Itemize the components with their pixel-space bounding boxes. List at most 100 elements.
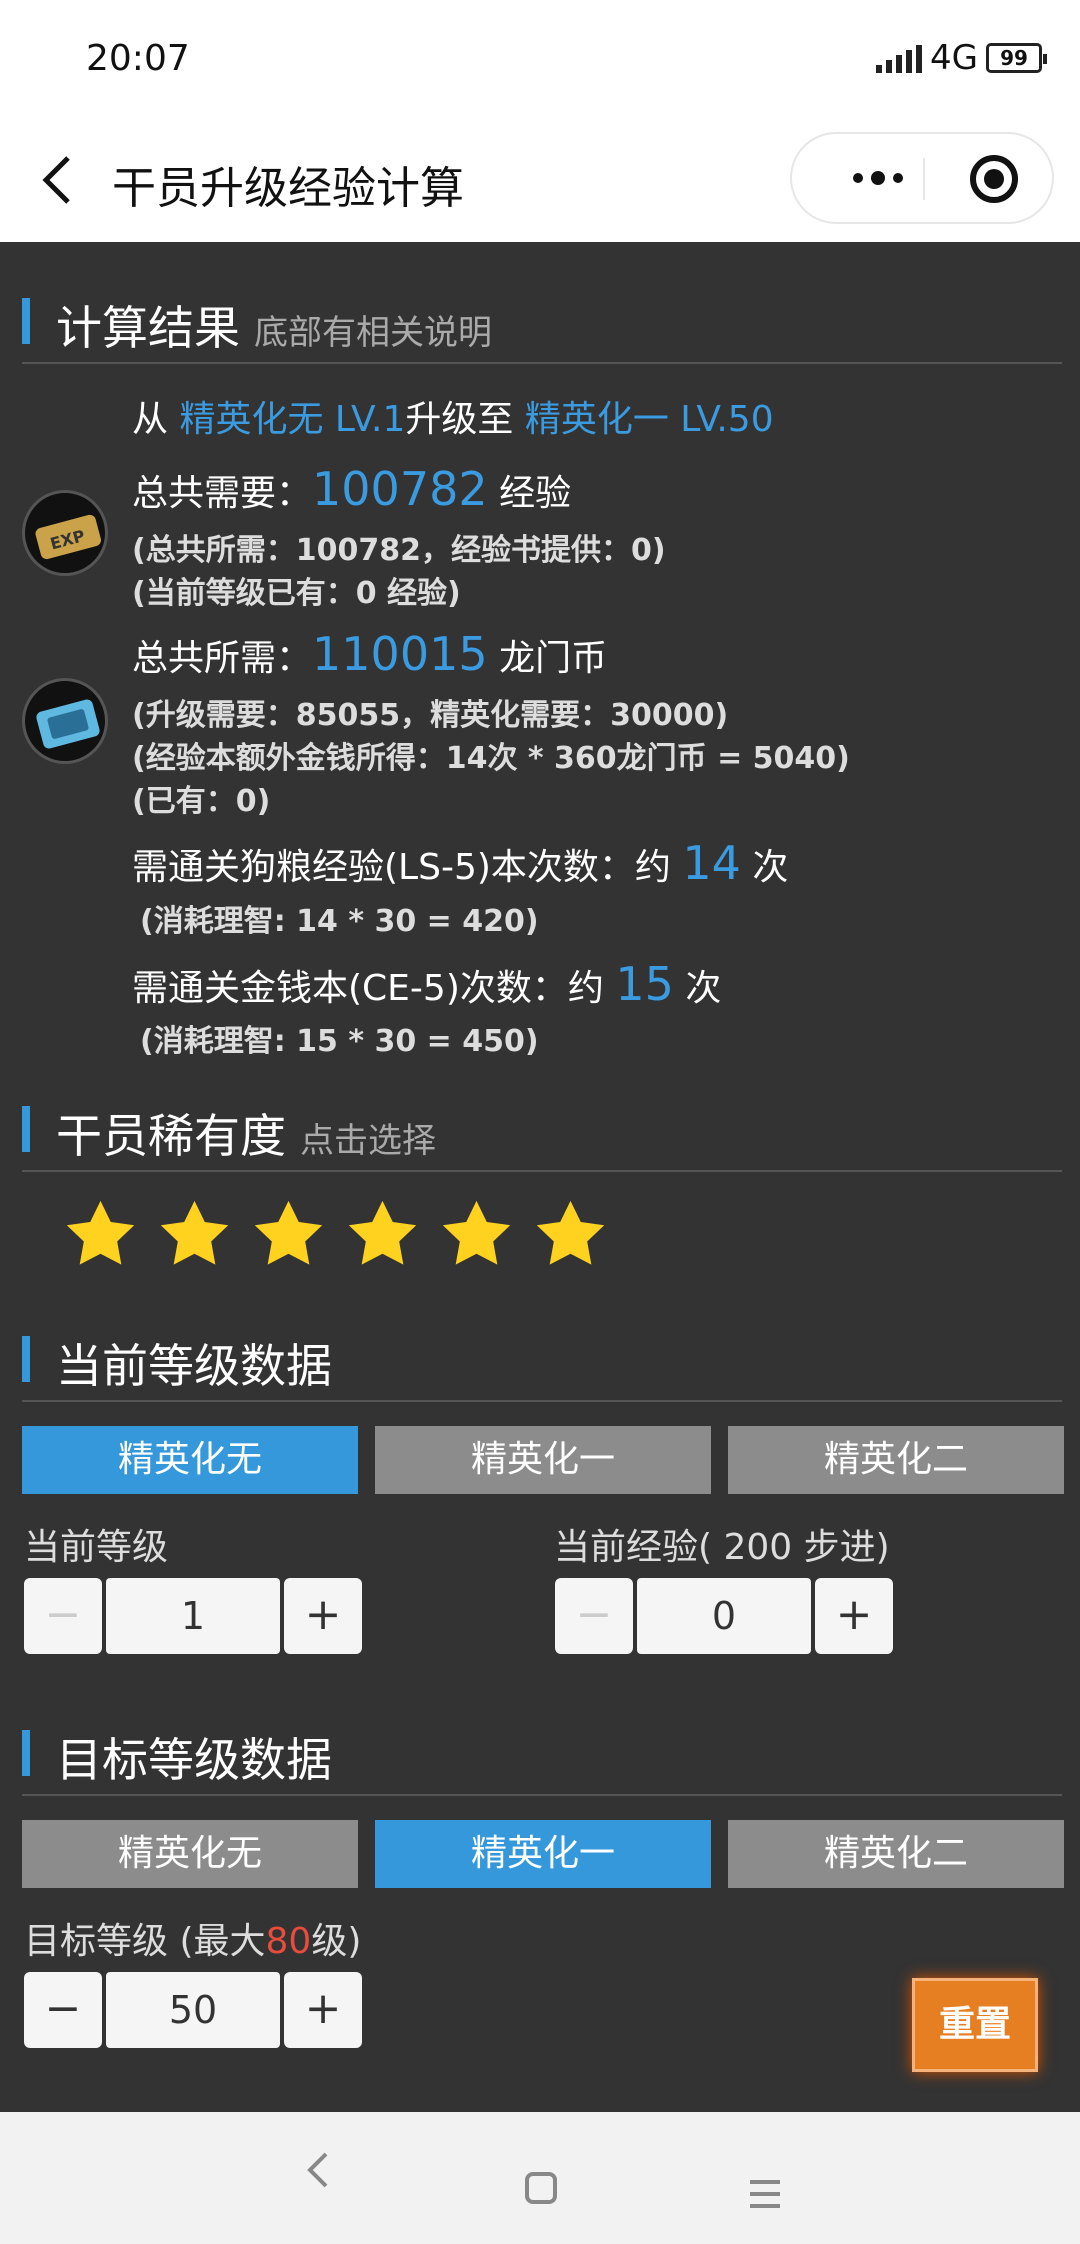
battery-icon: 99 xyxy=(986,43,1047,73)
star-icon[interactable] xyxy=(532,1196,609,1273)
ls-unit: 次 xyxy=(752,847,789,888)
result-heading: 计算结果 底部有相关说明 xyxy=(56,292,492,358)
exp-card-icon: EXP xyxy=(22,490,108,576)
current-level-decrement-button[interactable]: − xyxy=(24,1578,102,1654)
current-tab-elite1[interactable]: 精英化一 xyxy=(375,1426,711,1494)
current-section-header: 当前等级数据 xyxy=(22,1316,1062,1402)
ce-prefix: 需通关金钱本(CE-5)次数：约 xyxy=(132,968,604,1009)
current-level-label: 当前等级 xyxy=(24,1527,169,1568)
current-exp-label: 当前经验( 200 步进) xyxy=(554,1527,890,1568)
close-miniprogram-icon[interactable] xyxy=(970,155,1018,203)
current-exp-decrement-button[interactable]: − xyxy=(555,1578,633,1654)
nav-home-button[interactable] xyxy=(524,2162,558,2216)
target-level-stepper: − 50 + xyxy=(24,1972,362,2048)
rarity-heading-text: 干员稀有度 xyxy=(56,1109,286,1163)
result-section-header: 计算结果 底部有相关说明 xyxy=(22,278,1062,364)
exp-prefix: 总共需要： xyxy=(132,473,313,514)
result-heading-text: 计算结果 xyxy=(56,301,240,355)
from-prefix: 从 xyxy=(132,399,169,440)
section-marker xyxy=(22,1730,30,1776)
money-total-line: 总共所需：110015 龙门币 xyxy=(132,627,607,681)
ls-cost: (消耗理智: 14 * 30 = 420) xyxy=(140,904,539,939)
current-exp-input[interactable]: 0 xyxy=(637,1578,811,1654)
target-level-label: 目标等级 (最大80级) xyxy=(24,1912,361,1964)
ce-stage-line: 需通关金钱本(CE-5)次数：约 15 次 xyxy=(132,957,721,1011)
current-elite-tabs: 精英化无 精英化一 精英化二 xyxy=(22,1426,1064,1494)
lmd-icon xyxy=(22,678,108,764)
star-icon[interactable] xyxy=(438,1196,515,1273)
current-exp-stepper: − 0 + xyxy=(555,1578,893,1654)
target-tab-elite0[interactable]: 精英化无 xyxy=(22,1820,358,1888)
current-level-stepper: − 1 + xyxy=(24,1578,362,1654)
exp-have: (当前等级已有：0 经验) xyxy=(132,576,461,611)
from-value: 精英化无 LV.1 xyxy=(179,399,406,440)
rarity-heading-sub: 点击选择 xyxy=(300,1121,436,1161)
nav-back-icon xyxy=(307,2152,328,2188)
ls-prefix: 需通关狗粮经验(LS-5)本次数：约 xyxy=(132,847,671,888)
network-type: 4G xyxy=(930,38,978,78)
more-button[interactable] xyxy=(830,134,926,222)
current-level-input[interactable]: 1 xyxy=(106,1578,280,1654)
target-tab-elite1[interactable]: 精英化一 xyxy=(375,1820,711,1888)
section-marker xyxy=(22,1106,30,1152)
page-title: 干员升级经验计算 xyxy=(112,163,464,214)
nav-menu-button[interactable] xyxy=(748,2166,782,2220)
section-marker xyxy=(22,298,30,344)
target-level-increment-button[interactable]: + xyxy=(284,1972,362,2048)
current-tab-elite2[interactable]: 精英化二 xyxy=(728,1426,1064,1494)
exp-unit: 经验 xyxy=(499,473,572,514)
money-unit: 龙门币 xyxy=(499,638,608,679)
ce-count: 15 xyxy=(615,957,674,1011)
nav-menu-icon xyxy=(750,2180,780,2208)
star-icon[interactable] xyxy=(250,1196,327,1273)
rarity-heading: 干员稀有度 点击选择 xyxy=(56,1100,436,1166)
capsule-divider xyxy=(923,158,925,200)
current-exp-increment-button[interactable]: + xyxy=(815,1578,893,1654)
back-button[interactable] xyxy=(38,150,78,210)
money-detail: (升级需要：85055，精英化需要：30000) xyxy=(132,698,729,733)
target-elite-tabs: 精英化无 精英化一 精英化二 xyxy=(22,1820,1064,1888)
dot-icon xyxy=(853,173,863,183)
ce-cost: (消耗理智: 15 * 30 = 450) xyxy=(140,1024,539,1059)
current-tab-elite0[interactable]: 精英化无 xyxy=(22,1426,358,1494)
system-nav-bar xyxy=(0,2112,1080,2244)
current-heading: 当前等级数据 xyxy=(56,1339,332,1393)
exp-detail: (总共所需：100782，经验书提供：0) xyxy=(132,533,666,568)
nav-back-button[interactable] xyxy=(304,2148,332,2203)
ce-unit: 次 xyxy=(685,968,722,1009)
target-level-input[interactable]: 50 xyxy=(106,1972,280,2048)
upgrade-range: 从 精英化无 LV.1升级至 精英化一 LV.50 xyxy=(132,390,774,442)
nav-home-icon xyxy=(525,2172,557,2204)
money-extra: (经验本额外金钱所得：14次 * 360龙门币 = 5040) xyxy=(132,741,850,776)
signal-icon xyxy=(876,43,923,73)
money-have: (已有：0) xyxy=(132,784,271,819)
result-heading-sub: 底部有相关说明 xyxy=(254,313,492,353)
status-indicators: 4G 99 xyxy=(876,38,1047,78)
target-section-header: 目标等级数据 xyxy=(22,1710,1062,1796)
target-level-label-suffix: 级) xyxy=(311,1921,362,1962)
exp-total-value: 100782 xyxy=(312,462,488,516)
star-icon[interactable] xyxy=(62,1196,139,1273)
upgrade-to-text: 升级至 xyxy=(405,399,514,440)
title-bar: 干员升级经验计算 xyxy=(0,118,1080,242)
star-icon[interactable] xyxy=(156,1196,233,1273)
to-value: 精英化一 LV.50 xyxy=(524,399,774,440)
star-icon[interactable] xyxy=(344,1196,421,1273)
exp-total-line: 总共需要：100782 经验 xyxy=(132,462,571,516)
rarity-stars xyxy=(62,1196,609,1273)
target-level-decrement-button[interactable]: − xyxy=(24,1972,102,2048)
chevron-left-icon xyxy=(42,156,70,204)
battery-level: 99 xyxy=(1000,46,1028,70)
current-level-increment-button[interactable]: + xyxy=(284,1578,362,1654)
status-bar: 20:07 4G 99 xyxy=(0,0,1080,118)
reset-button[interactable]: 重置 xyxy=(912,1978,1038,2072)
target-heading: 目标等级数据 xyxy=(56,1733,332,1787)
section-marker xyxy=(22,1336,30,1382)
status-time: 20:07 xyxy=(86,38,190,79)
money-prefix: 总共所需： xyxy=(132,638,313,679)
miniprogram-capsule xyxy=(790,132,1054,224)
target-level-label-prefix: 目标等级 (最大 xyxy=(24,1921,266,1962)
target-tab-elite2[interactable]: 精英化二 xyxy=(728,1820,1064,1888)
dot-icon xyxy=(893,173,903,183)
rarity-section-header: 干员稀有度 点击选择 xyxy=(22,1086,1062,1172)
